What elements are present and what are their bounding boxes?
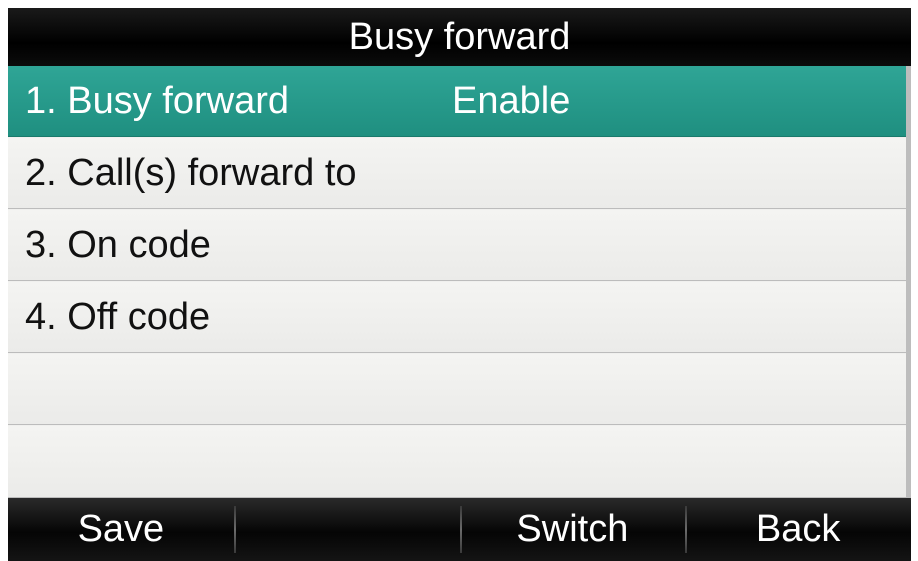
menu-item-label: 3. On code xyxy=(25,224,211,266)
menu-item-empty xyxy=(8,354,911,425)
softkey-bar: Save Switch Back xyxy=(8,498,911,561)
menu-item-calls-forward-to[interactable]: 2. Call(s) forward to xyxy=(8,138,911,209)
menu-item-empty xyxy=(8,426,911,498)
menu-list: 1. Busy forward Enable 2. Call(s) forwar… xyxy=(8,66,911,498)
empty-softkey[interactable] xyxy=(233,498,460,561)
menu-item-off-code[interactable]: 4. Off code xyxy=(8,282,911,353)
menu-item-label: 4. Off code xyxy=(25,296,211,338)
menu-item-value: Enable xyxy=(452,80,571,122)
page-title: Busy forward xyxy=(348,16,571,58)
save-button[interactable]: Save xyxy=(8,498,234,561)
menu-item-label: 1. Busy forward xyxy=(25,80,289,122)
scrollbar[interactable] xyxy=(906,66,911,498)
scrollbar-thumb[interactable] xyxy=(906,66,911,498)
title-bar: Busy forward xyxy=(8,8,911,66)
back-button[interactable]: Back xyxy=(685,498,911,561)
phone-screen: Busy forward 1. Busy forward Enable 2. C… xyxy=(8,8,911,561)
menu-item-label: 2. Call(s) forward to xyxy=(25,152,357,194)
switch-button[interactable]: Switch xyxy=(459,498,686,561)
menu-item-on-code[interactable]: 3. On code xyxy=(8,210,911,281)
menu-item-busy-forward[interactable]: 1. Busy forward Enable xyxy=(8,66,911,137)
